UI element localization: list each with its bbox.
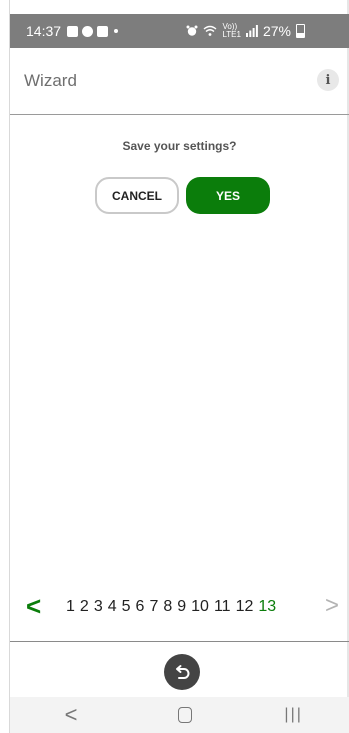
volte-icon: Vo)) LTE1 — [222, 22, 241, 39]
system-nav-bar: < ||| — [10, 697, 349, 733]
page-number[interactable]: 12 — [236, 598, 254, 616]
battery-icon — [296, 24, 305, 38]
page-number-current[interactable]: 13 — [258, 598, 276, 616]
page-number[interactable]: 5 — [122, 598, 131, 616]
page-number[interactable]: 9 — [177, 598, 186, 616]
signal-icon — [245, 25, 258, 37]
status-right-icons: Vo)) LTE1 27% — [186, 23, 305, 39]
undo-arrow-icon — [176, 665, 190, 679]
battery-percent: 27% — [262, 23, 291, 39]
wifi-icon — [203, 25, 217, 36]
back-button[interactable] — [164, 654, 200, 690]
yes-button[interactable]: YES — [186, 177, 270, 214]
notification-icons — [67, 25, 109, 37]
page-number[interactable]: 3 — [94, 598, 103, 616]
alarm-icon — [186, 25, 198, 36]
app-bar: Wizard i — [10, 48, 349, 115]
previous-step-button[interactable]: < — [26, 592, 41, 620]
status-time: 14:37 — [26, 23, 62, 39]
page-title: Wizard — [24, 71, 77, 90]
page-number[interactable]: 7 — [149, 598, 158, 616]
gallery-icon — [67, 25, 79, 37]
page-number[interactable]: 2 — [80, 598, 89, 616]
page-number[interactable]: 6 — [136, 598, 145, 616]
nav-home-button[interactable] — [178, 707, 193, 723]
step-pager: < 1 2 3 4 5 6 7 8 9 10 11 12 13 > — [10, 592, 349, 622]
page-number[interactable]: 8 — [163, 598, 172, 616]
outlook-icon — [97, 25, 109, 37]
info-icon[interactable]: i — [317, 69, 339, 91]
more-notifications-dot — [114, 29, 119, 33]
next-step-button[interactable]: > — [325, 592, 339, 620]
messenger-icon — [82, 25, 94, 37]
nav-back-button[interactable]: < — [56, 702, 86, 728]
dialog-question: Save your settings? — [122, 139, 237, 153]
page-numbers: 1 2 3 4 5 6 7 8 9 10 11 12 13 — [66, 598, 276, 616]
page-number[interactable]: 1 — [66, 598, 75, 616]
bottom-divider — [10, 641, 349, 642]
cancel-button[interactable]: CANCEL — [95, 177, 179, 214]
status-bar: 14:37 Vo)) LTE1 27% — [10, 14, 349, 48]
page-number[interactable]: 10 — [191, 598, 209, 616]
page-number[interactable]: 4 — [108, 598, 117, 616]
page-number[interactable]: 11 — [214, 598, 231, 616]
nav-recents-button[interactable]: ||| — [284, 706, 302, 724]
